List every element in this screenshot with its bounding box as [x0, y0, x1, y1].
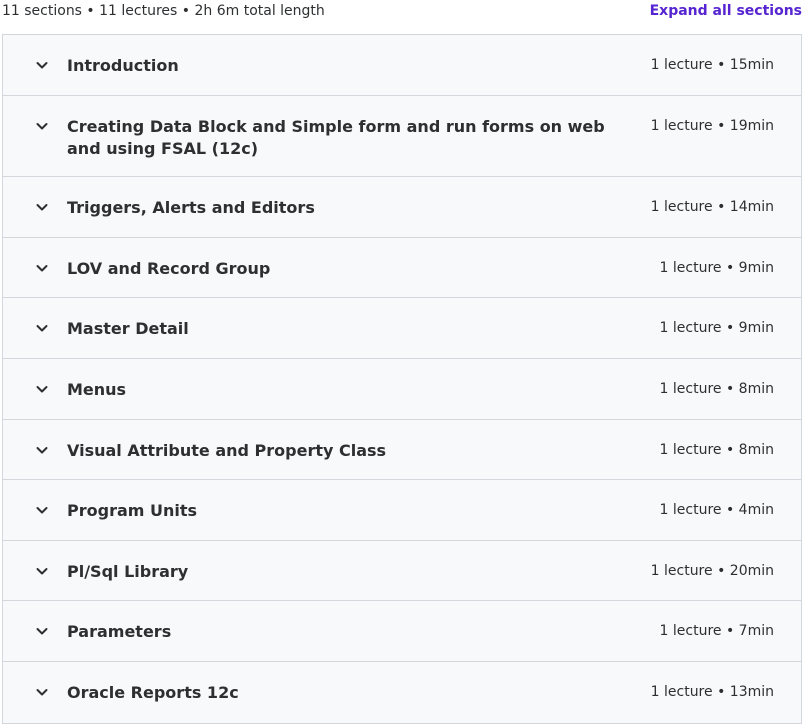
chevron-down-icon [36, 386, 48, 393]
section-meta: 1 lecture • 8min [659, 442, 774, 458]
section-title: Oracle Reports 12c [67, 683, 239, 702]
section-list: Introduction 1 lecture • 15min Creating … [2, 34, 802, 724]
section-meta: 1 lecture • 20min [650, 563, 774, 579]
section-item[interactable]: Introduction 1 lecture • 15min [3, 35, 801, 96]
section-title: Triggers, Alerts and Editors [67, 198, 315, 217]
chevron-down-icon [36, 204, 48, 211]
section-title: Program Units [67, 501, 198, 520]
section-item[interactable]: Menus 1 lecture • 8min [3, 359, 801, 420]
section-title: Master Detail [67, 319, 189, 338]
section-item[interactable]: Master Detail 1 lecture • 9min [3, 298, 801, 359]
section-item[interactable]: Visual Attribute and Property Class 1 le… [3, 420, 801, 480]
expand-all-sections-button[interactable]: Expand all sections [650, 3, 802, 19]
curriculum-header: 11 sections • 11 lectures • 2h 6m total … [0, 0, 806, 35]
section-title: Introduction [67, 56, 179, 75]
chevron-down-icon [36, 325, 48, 332]
section-item[interactable]: Pl/Sql Library 1 lecture • 20min [3, 541, 801, 601]
section-meta: 1 lecture • 9min [659, 260, 774, 276]
section-title: Parameters [67, 622, 172, 641]
chevron-down-icon [36, 568, 48, 575]
section-item[interactable]: LOV and Record Group 1 lecture • 9min [3, 238, 801, 298]
section-meta: 1 lecture • 4min [659, 502, 774, 518]
section-meta: 1 lecture • 19min [650, 118, 774, 134]
section-title: Pl/Sql Library [67, 562, 189, 581]
section-item[interactable]: Program Units 1 lecture • 4min [3, 480, 801, 541]
chevron-down-icon [36, 628, 48, 635]
section-meta: 1 lecture • 8min [659, 381, 774, 397]
section-meta: 1 lecture • 14min [650, 199, 774, 215]
chevron-down-icon [36, 265, 48, 272]
section-meta: 1 lecture • 15min [650, 57, 774, 73]
section-title: Menus [67, 380, 127, 399]
chevron-down-icon [36, 507, 48, 514]
chevron-down-icon [36, 123, 48, 130]
chevron-down-icon [36, 689, 48, 696]
section-title: Visual Attribute and Property Class [67, 441, 387, 460]
section-item[interactable]: Creating Data Block and Simple form and … [3, 96, 801, 177]
section-item[interactable]: Parameters 1 lecture • 7min [3, 601, 801, 662]
section-meta: 1 lecture • 13min [650, 684, 774, 700]
chevron-down-icon [36, 447, 48, 454]
course-summary: 11 sections • 11 lectures • 2h 6m total … [2, 3, 325, 19]
section-item[interactable]: Triggers, Alerts and Editors 1 lecture •… [3, 177, 801, 238]
section-title: Creating Data Block and Simple form and … [67, 117, 605, 158]
section-meta: 1 lecture • 7min [659, 623, 774, 639]
section-title: LOV and Record Group [67, 259, 271, 278]
section-item[interactable]: Oracle Reports 12c 1 lecture • 13min [3, 662, 801, 723]
section-meta: 1 lecture • 9min [659, 320, 774, 336]
chevron-down-icon [36, 62, 48, 69]
